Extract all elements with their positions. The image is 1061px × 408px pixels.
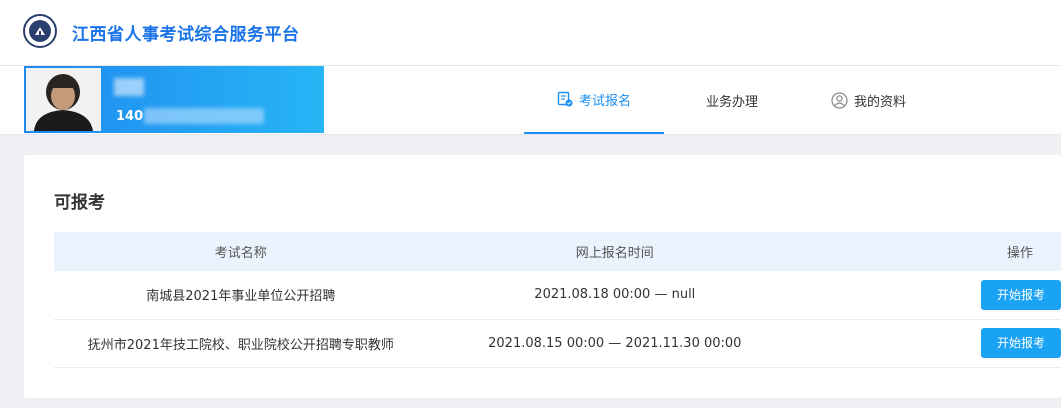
user-name-masked <box>114 78 144 96</box>
tab-my-profile[interactable]: 我的资料 <box>831 66 906 134</box>
action-cell: 开始报考 <box>802 271 1061 319</box>
column-header-action: 操作 <box>1006 246 1033 261</box>
tab-business[interactable]: 业务办理 <box>706 66 758 134</box>
available-exams-panel: 可报考 考试名称 网上报名时间 操作 南城县2021年事业单位公开招聘 2021… <box>24 155 1061 398</box>
tab-my-profile-label: 我的资料 <box>854 94 907 110</box>
tab-exam-registration[interactable]: 考试报名 <box>524 66 664 134</box>
action-cell: 开始报考 <box>802 319 1061 367</box>
navigation-bar: 140 考试报名 业务办理 我的资料 <box>0 66 1061 135</box>
exam-table: 考试名称 网上报名时间 操作 南城县2021年事业单位公开招聘 2021.08.… <box>54 232 1061 368</box>
start-registration-button[interactable]: 开始报考 <box>980 328 1061 358</box>
table-row: 抚州市2021年技工院校、职业院校公开招聘专职教师 2021.08.15 00:… <box>54 319 1061 367</box>
column-header-registration-time: 网上报名时间 <box>575 246 654 261</box>
user-id: 140 <box>116 109 144 124</box>
tab-business-label: 业务办理 <box>706 94 759 110</box>
column-header-exam-name: 考试名称 <box>214 246 267 261</box>
top-header: 江西省人事考试综合服务平台 <box>0 0 1061 66</box>
section-title: 可报考 <box>54 193 105 213</box>
avatar <box>26 68 101 131</box>
platform-logo-icon[interactable] <box>23 14 57 48</box>
start-registration-button[interactable]: 开始报考 <box>980 279 1061 310</box>
platform-title[interactable]: 江西省人事考试综合服务平台 <box>72 20 300 45</box>
tab-exam-registration-label: 考试报名 <box>578 93 631 109</box>
registration-time: 2021.08.18 00:00 — null <box>534 287 696 303</box>
user-icon <box>831 91 848 109</box>
registration-time: 2021.08.15 00:00 — 2021.11.30 00:00 <box>488 335 742 351</box>
exam-name: 南城县2021年事业单位公开招聘 <box>146 289 336 305</box>
exam-form-icon <box>557 91 573 107</box>
user-id-masked <box>144 108 264 124</box>
user-card[interactable]: 140 <box>24 66 324 133</box>
exam-name: 抚州市2021年技工院校、职业院校公开招聘专职教师 <box>87 337 394 353</box>
table-row: 南城县2021年事业单位公开招聘 2021.08.18 00:00 — null… <box>54 271 1061 319</box>
table-header-row: 考试名称 网上报名时间 操作 <box>54 232 1061 271</box>
